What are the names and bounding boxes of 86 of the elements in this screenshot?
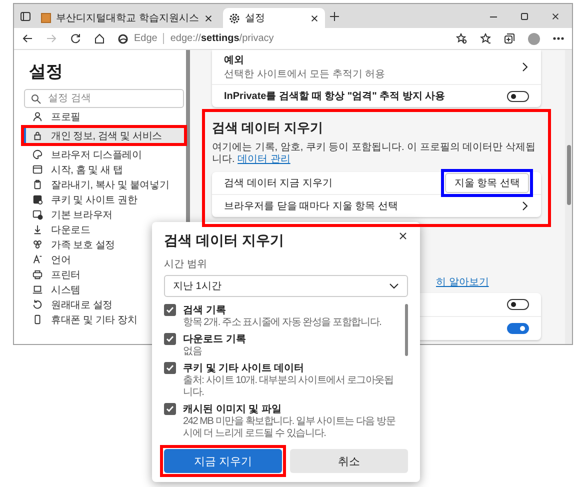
favorites-icon[interactable] [480,33,491,44]
language-icon [32,254,43,265]
sidebar-item[interactable]: 기본 브라우저 [24,207,118,222]
gear-icon [228,12,240,24]
setting-title: 예외 [224,54,245,67]
section-description: 여기에는 기록, 암호, 쿠키 등이 포함됩니다. 이 프로필의 데이터만 삭제됩니다. 데이터 관리 [212,142,536,166]
refresh-icon[interactable] [70,33,81,44]
scrollbar [405,304,408,356]
avatar[interactable] [528,32,540,44]
option-description: 항목 2개. 주소 표시줄에 자동 완성을 포함합니다. [183,317,382,329]
window-icon [32,164,43,175]
person-icon [32,111,43,122]
setting-label: 검색 데이터 지금 지우기 [224,177,332,190]
checkbox[interactable] [164,362,176,374]
learn-more-link[interactable]: 히 알아보기 [436,275,489,289]
toggle-switch[interactable] [507,323,529,334]
checkbox[interactable] [164,304,176,316]
tab-actions-icon[interactable] [20,10,31,22]
option-description: 242 MB 미만을 확보합니다. 일부 사이트는 다음 방문 시에 더 느리게 로드될 수 있습니다. [183,416,396,440]
logo-icon [118,34,128,44]
setting-label: InPrivate를 검색할 때 항상 "엄격" 추적 방지 사용 [224,90,446,103]
sidebar-item[interactable]: 휴대폰 및 기타 장치 [24,312,144,327]
check-icon [166,364,174,372]
sidebar-item[interactable]: 시작, 홈 및 새 탭 [24,162,129,177]
setting-label: 브라우저를 닫을 때마다 지울 항목 선택 [224,200,398,213]
sidebar-item[interactable]: 원래대로 설정 [24,297,118,312]
people-icon [32,239,43,250]
check-icon [166,335,174,343]
sidebar-item[interactable]: 언어 [24,252,77,267]
option-description: 없음 [183,346,203,358]
chevron-icon[interactable] [521,62,529,72]
cancel-button[interactable]: 취소 [290,449,408,473]
section-heading: 검색 데이터 지우기 [212,119,324,137]
browser-tab[interactable]: 부산디지털대학교 학습지원시스 [35,8,219,28]
favicon-icon [41,13,51,23]
maximize-icon[interactable] [520,12,529,20]
choose-items-button[interactable]: 지울 항목 선택 [445,173,529,193]
setting-description: 선택한 사이트에서 모든 추적기 허용 [224,68,386,81]
home-icon[interactable] [94,33,105,44]
time-range-dropdown[interactable]: 지난 1시간 [164,275,408,297]
download-icon [32,224,43,235]
sidebar-item[interactable]: 시스템 [24,282,86,297]
address-field[interactable]: Edge edge://settings/privacy [118,33,443,44]
option-label: 다운로드 기록 [183,333,246,346]
option-description: 출처: 사이트 10개. 대부분의 사이트에서 로그아웃됩니다. [183,375,394,399]
sidebar-item[interactable]: 프린터 [24,267,86,282]
close-icon[interactable] [551,12,560,20]
close-icon[interactable] [398,231,408,241]
field-label: 시간 범위 [164,258,208,271]
settings-title: 설정 [29,61,64,83]
clear-now-button[interactable]: 지금 지우기 [164,449,282,473]
sidebar-item[interactable]: 브라우저 디스플레이 [24,147,148,162]
collections-icon[interactable] [504,33,515,44]
sidebar-item[interactable]: 개인 정보, 검색 및 서비스 [24,128,184,143]
close-icon[interactable] [310,14,319,22]
chevron-down-icon [389,283,399,289]
reset-icon [32,299,43,310]
option-label: 쿠키 및 기타 사이트 데이터 [183,362,306,375]
sidebar-item[interactable]: 잘라내기, 복사 및 붙여넣기 [24,177,176,192]
star-add-icon[interactable] [456,33,467,44]
search-field[interactable]: 설정 검색 [24,89,184,108]
chevron-icon[interactable] [521,201,529,211]
manage-data-link[interactable]: 데이터 관리 [238,154,290,165]
option-label: 캐시된 이미지 및 파일 [183,403,282,416]
toggle-switch[interactable] [507,299,529,310]
checkbox[interactable] [164,403,176,415]
phone-icon [32,314,43,325]
check-icon [166,405,174,413]
palette-icon [32,149,43,160]
laptop-icon [32,284,43,295]
check-icon [166,306,174,314]
toggle-switch[interactable] [507,90,529,102]
dialog-title: 검색 데이터 지우기 [164,232,284,250]
new-tab-icon[interactable] [328,10,340,22]
checkbox[interactable] [164,333,176,345]
sidebar-item[interactable]: 가족 보호 설정 [24,237,121,252]
clipboard-icon [32,179,43,190]
option-label: 검색 기록 [183,304,227,317]
lock-icon [32,130,43,141]
browser-tab[interactable]: 설정 [222,8,325,28]
sidebar-item[interactable]: 프로필 [24,109,86,124]
sidebar-item[interactable]: 쿠키 및 사이트 권한 [24,192,144,207]
back-icon[interactable] [22,33,33,44]
printer-icon [32,269,43,280]
close-icon[interactable] [204,14,213,22]
sidebar-item[interactable]: 다운로드 [24,222,96,237]
